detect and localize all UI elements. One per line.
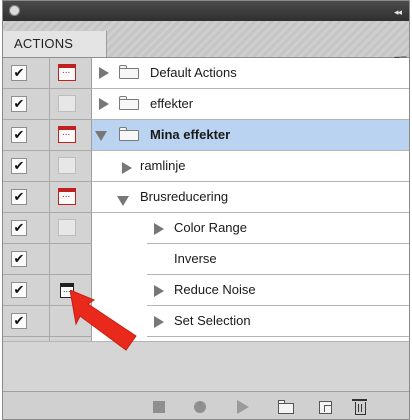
action-row[interactable]: Brusreducering: [92, 182, 409, 213]
expand-triangle-icon[interactable]: [99, 67, 109, 79]
dialog-toggle-icon[interactable]: [58, 219, 76, 236]
action-set-label: Default Actions: [150, 65, 237, 80]
dialog-cell: [50, 151, 92, 182]
action-label: ramlinje: [140, 158, 186, 173]
action-set-label: Mina effekter: [150, 127, 231, 142]
actions-list: ✔ ✔ ✔ ✔ ✔ ✔ ✔ ✔ ✔ Default Actions: [3, 58, 409, 341]
toggle-cell: ✔: [3, 213, 50, 244]
toggle-cell: ✔: [3, 151, 50, 182]
dialog-cell: [50, 182, 92, 213]
dialog-toggle-icon[interactable]: [58, 64, 76, 81]
annotation-arrow-shape: [70, 290, 137, 351]
toggle-checkbox[interactable]: ✔: [11, 251, 27, 267]
toggle-cell: ✔: [3, 182, 50, 213]
expand-triangle-icon[interactable]: [154, 285, 164, 297]
collapse-triangle-icon[interactable]: [95, 131, 107, 141]
dialog-cell[interactable]: [50, 244, 92, 275]
dialog-cell: [50, 89, 92, 120]
toggle-checkbox[interactable]: ✔: [11, 65, 27, 81]
toggle-checkbox[interactable]: ✔: [11, 220, 27, 236]
action-set-row-selected[interactable]: Mina effekter: [92, 120, 409, 151]
command-row[interactable]: Inverse: [147, 244, 409, 275]
toggle-checkbox[interactable]: ✔: [11, 158, 27, 174]
new-set-button[interactable]: [277, 400, 294, 414]
folder-icon: [119, 96, 139, 110]
dialog-cell: [50, 120, 92, 151]
toggle-cell: ✔: [3, 89, 50, 120]
command-label: Set Selection: [174, 313, 251, 328]
stop-button[interactable]: [153, 401, 165, 413]
panel-tab-row: ACTIONS ▾≡: [3, 21, 409, 66]
folder-icon: [119, 127, 139, 141]
toggle-checkbox[interactable]: ✔: [11, 127, 27, 143]
bottom-toolbar: [3, 391, 409, 419]
dialog-toggle-icon[interactable]: [58, 188, 76, 205]
toggle-checkbox[interactable]: ✔: [11, 313, 27, 329]
toggle-column: ✔ ✔ ✔ ✔ ✔ ✔ ✔ ✔ ✔: [3, 58, 50, 341]
toggle-cell: ✔: [3, 120, 50, 151]
annotation-arrow-icon: [70, 290, 137, 351]
toggle-cell: ✔: [3, 306, 50, 337]
toggle-cell: ✔: [3, 58, 50, 89]
play-button[interactable]: [237, 400, 249, 414]
action-set-row[interactable]: effekter: [92, 89, 409, 120]
command-row[interactable]: Color Range: [147, 213, 409, 244]
collapse-triangle-icon[interactable]: [117, 196, 129, 206]
action-label: Brusreducering: [140, 189, 229, 204]
command-label: Reduce Noise: [174, 282, 256, 297]
action-set-label: effekter: [150, 96, 194, 111]
dialog-toggle-icon[interactable]: [58, 95, 76, 112]
panel-close-icon[interactable]: [9, 5, 20, 16]
toggle-cell: ✔: [3, 275, 50, 306]
tab-actions[interactable]: ACTIONS: [3, 31, 107, 57]
command-row[interactable]: Set Selection: [147, 306, 409, 337]
panel-titlebar: ◂◂: [3, 1, 409, 21]
command-label: Inverse: [174, 251, 217, 266]
expand-triangle-icon[interactable]: [154, 316, 164, 328]
toggle-checkbox[interactable]: ✔: [11, 189, 27, 205]
expand-triangle-icon[interactable]: [99, 98, 109, 110]
toggle-cell: ✔: [3, 244, 50, 275]
delete-button[interactable]: [352, 399, 367, 415]
folder-icon: [119, 65, 139, 79]
action-row[interactable]: ramlinje: [92, 151, 409, 182]
dialog-toggle-icon[interactable]: [58, 157, 76, 174]
expand-triangle-icon[interactable]: [154, 223, 164, 235]
action-set-row[interactable]: Default Actions: [92, 58, 409, 89]
toggle-checkbox[interactable]: ✔: [11, 96, 27, 112]
dialog-cell: [50, 213, 92, 244]
dialog-cell: [50, 58, 92, 89]
command-row[interactable]: Reduce Noise: [147, 275, 409, 306]
new-action-button[interactable]: [319, 401, 332, 414]
record-button[interactable]: [194, 401, 206, 413]
command-label: Color Range: [174, 220, 247, 235]
collapse-double-arrow-icon[interactable]: ◂◂: [394, 7, 402, 18]
toggle-checkbox[interactable]: ✔: [11, 282, 27, 298]
dialog-toggle-icon[interactable]: [58, 126, 76, 143]
expand-triangle-icon[interactable]: [122, 162, 132, 174]
actions-panel: ◂◂ ACTIONS ▾≡ ✔ ✔ ✔ ✔ ✔ ✔ ✔ ✔ ✔: [2, 0, 410, 420]
